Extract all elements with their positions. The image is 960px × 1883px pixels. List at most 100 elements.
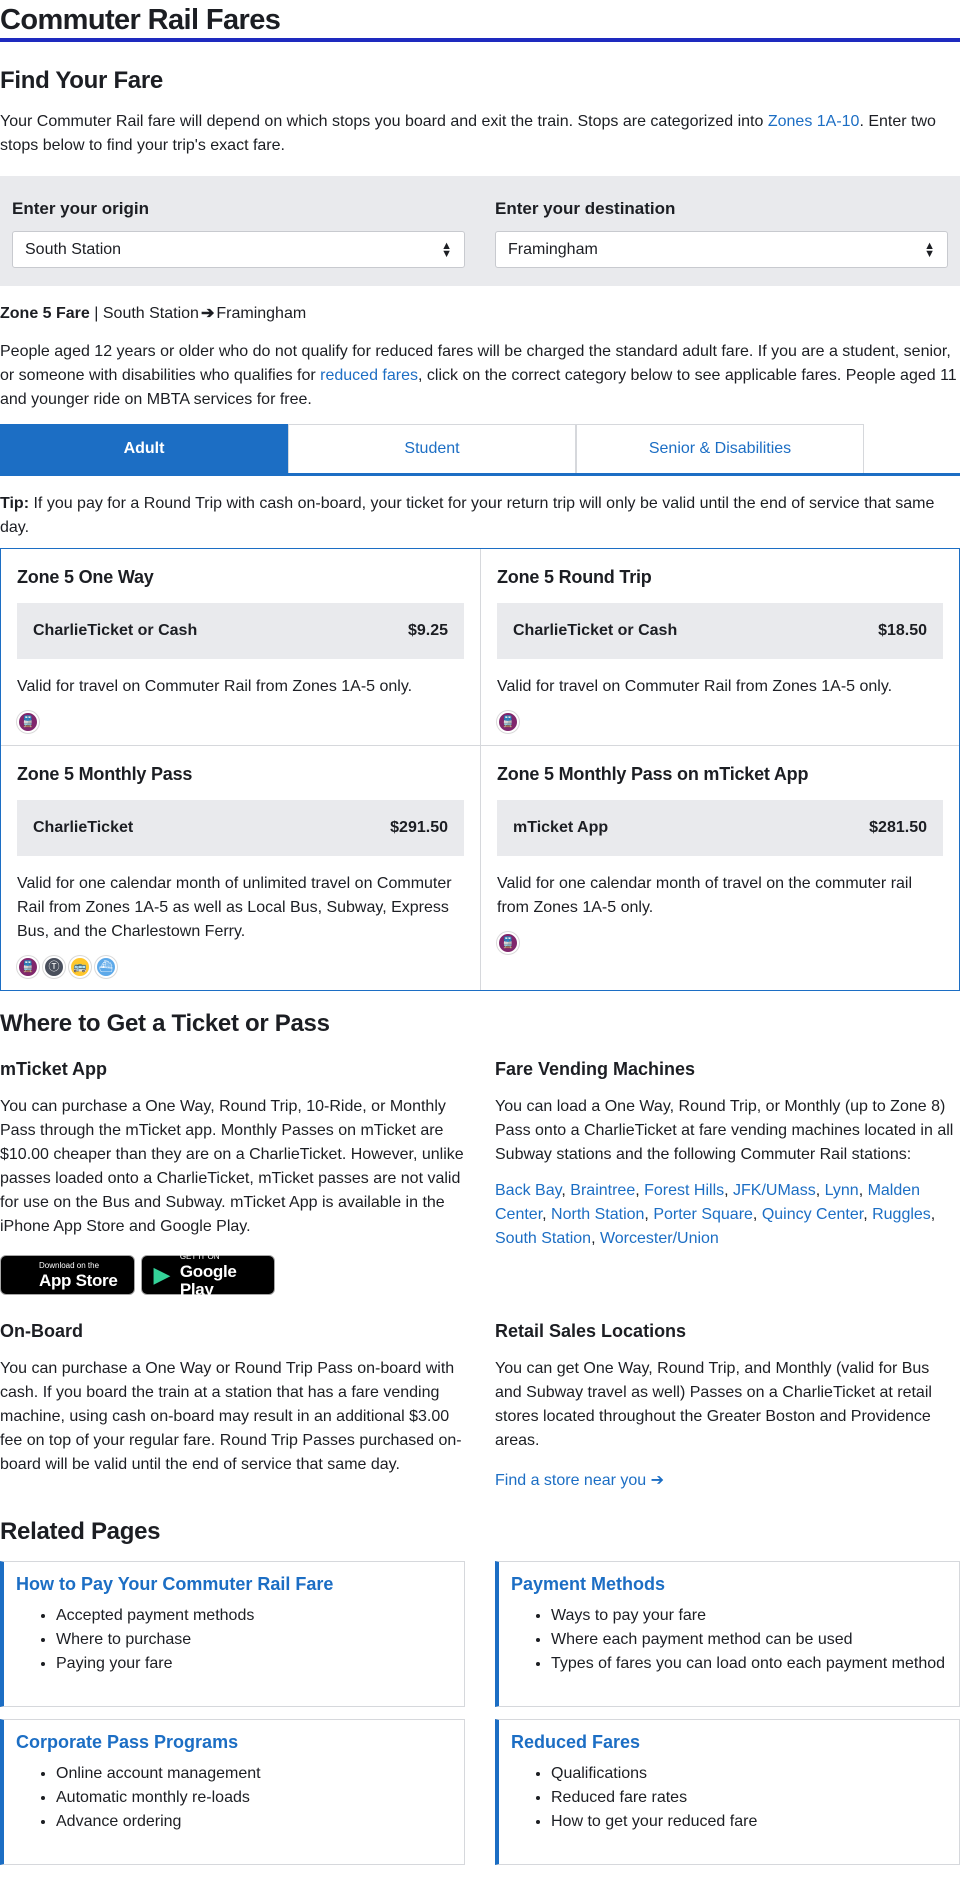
- fare-card-one-way: Zone 5 One Way CharlieTicket or Cash $9.…: [1, 549, 480, 745]
- google-play-button[interactable]: ▶ GET IT ON Google Play: [141, 1252, 275, 1299]
- related-card-how-to-pay[interactable]: How to Pay Your Commuter Rail Fare Accep…: [0, 1561, 465, 1707]
- related-card-payment-methods[interactable]: Payment Methods Ways to pay your fare Wh…: [495, 1561, 960, 1707]
- destination-select[interactable]: Framingham ▲ ▼: [495, 231, 948, 268]
- commuter-rail-icon: 🚆: [17, 711, 39, 733]
- related-card-corporate-pass[interactable]: Corporate Pass Programs Online account m…: [0, 1719, 465, 1865]
- station-link[interactable]: Back Bay: [495, 1182, 561, 1199]
- destination-value: Framingham: [508, 240, 598, 258]
- app-store-big: App Store: [39, 1271, 118, 1290]
- tip-text: If you pay for a Round Trip with cash on…: [0, 495, 935, 536]
- fare-card-monthly-pass: Zone 5 Monthly Pass CharlieTicket $291.5…: [1, 745, 480, 990]
- station-link[interactable]: Forest Hills: [644, 1182, 724, 1199]
- fare-price-row: mTicket App $281.50: [497, 800, 943, 856]
- zone-separator: |: [94, 305, 99, 322]
- destination-group: Enter your destination Framingham ▲ ▼: [495, 198, 948, 286]
- onboard-text: You can purchase a One Way or Round Trip…: [0, 1360, 462, 1473]
- app-store-text: Download on the App Store: [39, 1260, 118, 1290]
- arrow-right-icon: ➔: [200, 305, 215, 322]
- fare-media: CharlieTicket: [33, 819, 134, 836]
- intro-text-start: Your Commuter Rail fare will depend on w…: [0, 113, 768, 130]
- related-card-list: Online account management Automatic mont…: [16, 1762, 452, 1834]
- retail-section: Retail Sales Locations You can get One W…: [495, 1319, 960, 1493]
- list-item: Accepted payment methods: [56, 1604, 452, 1628]
- fare-media: mTicket App: [513, 819, 609, 836]
- from-station: South Station: [102, 305, 199, 322]
- page-title: Commuter Rail Fares: [0, 4, 281, 36]
- station-link[interactable]: South Station: [495, 1230, 591, 1247]
- page: Commuter Rail Fares Find Your Fare Your …: [0, 0, 960, 1865]
- fare-card-round-trip: Zone 5 Round Trip CharlieTicket or Cash …: [480, 549, 959, 745]
- list-item: How to get your reduced fare: [551, 1810, 947, 1834]
- destination-label: Enter your destination: [495, 199, 676, 218]
- station-link[interactable]: Quincy Center: [762, 1206, 863, 1223]
- station-link[interactable]: Lynn: [825, 1182, 859, 1199]
- related-pages-heading: Related Pages: [0, 1518, 161, 1545]
- fare-media: CharlieTicket or Cash: [513, 622, 678, 639]
- list-item: Online account management: [56, 1762, 452, 1786]
- subway-icon: Ⓣ: [43, 956, 65, 978]
- retail-text: You can get One Way, Round Trip, and Mon…: [495, 1360, 932, 1449]
- reduced-fares-link[interactable]: reduced fares: [320, 367, 418, 384]
- find-fare-heading: Find Your Fare: [0, 67, 163, 94]
- select-arrows-icon: ▲ ▼: [924, 239, 935, 260]
- app-store-button[interactable]: Download on the App Store: [0, 1255, 135, 1295]
- tab-senior-disabilities[interactable]: Senior & Disabilities: [576, 424, 864, 473]
- zones-link[interactable]: Zones 1A-10: [768, 113, 860, 130]
- fare-price: $291.50: [390, 819, 448, 836]
- fare-price-row: CharlieTicket or Cash $18.50: [497, 603, 943, 659]
- list-item: Advance ordering: [56, 1810, 452, 1834]
- tab-adult[interactable]: Adult: [0, 424, 288, 473]
- mode-icons: 🚆: [497, 711, 943, 733]
- fare-description: Valid for one calendar month of unlimite…: [17, 875, 452, 940]
- list-item: Automatic monthly re-loads: [56, 1786, 452, 1810]
- vending-text: You can load a One Way, Round Trip, or M…: [495, 1098, 954, 1163]
- fare-description: Valid for one calendar month of travel o…: [497, 875, 913, 916]
- list-item: Ways to pay your fare: [551, 1604, 947, 1628]
- select-arrows-icon: ▲ ▼: [441, 239, 452, 260]
- station-link[interactable]: Porter Square: [653, 1206, 753, 1223]
- retail-heading: Retail Sales Locations: [495, 1321, 687, 1341]
- station-link[interactable]: Braintree: [570, 1182, 635, 1199]
- title-divider: [0, 38, 960, 42]
- fare-title: Zone 5 Monthly Pass: [17, 764, 193, 784]
- fare-media: CharlieTicket or Cash: [33, 622, 198, 639]
- google-play-big: Google Play: [179, 1262, 237, 1299]
- related-card-list: Accepted payment methods Where to purcha…: [16, 1604, 452, 1676]
- station-link[interactable]: Ruggles: [872, 1206, 931, 1223]
- zone-summary: Zone 5 Fare | South Station ➔ Framingham: [0, 302, 960, 326]
- bus-icon: 🚌: [69, 956, 91, 978]
- app-store-badges: Download on the App Store ▶ GET IT ON Go…: [0, 1252, 465, 1299]
- related-card-list: Qualifications Reduced fare rates How to…: [511, 1762, 947, 1834]
- origin-select[interactable]: South Station ▲ ▼: [12, 231, 465, 268]
- mode-icons: 🚆: [17, 711, 464, 733]
- purchase-options-row-2: On-Board You can purchase a One Way or R…: [0, 1319, 960, 1493]
- related-card-reduced-fares[interactable]: Reduced Fares Qualifications Reduced far…: [495, 1719, 960, 1865]
- list-item: Reduced fare rates: [551, 1786, 947, 1810]
- arrow-right-icon: ➔: [650, 1472, 665, 1489]
- station-link[interactable]: JFK/UMass: [733, 1182, 816, 1199]
- fare-price: $18.50: [878, 622, 927, 639]
- find-store-label: Find a store near you: [495, 1472, 647, 1489]
- related-pages: How to Pay Your Commuter Rail Fare Accep…: [0, 1561, 960, 1865]
- fare-price: $281.50: [869, 819, 927, 836]
- station-link[interactable]: Worcester/Union: [600, 1230, 719, 1247]
- commuter-rail-icon: 🚆: [497, 932, 519, 954]
- mode-icons: 🚆 Ⓣ 🚌 ⛴: [17, 956, 464, 978]
- onboard-heading: On-Board: [0, 1321, 83, 1341]
- fare-description: Valid for travel on Commuter Rail from Z…: [17, 678, 413, 695]
- tab-student[interactable]: Student: [288, 424, 576, 473]
- onboard-section: On-Board You can purchase a One Way or R…: [0, 1319, 465, 1493]
- list-item: Paying your fare: [56, 1652, 452, 1676]
- fare-card-mticket-monthly: Zone 5 Monthly Pass on mTicket App mTick…: [480, 745, 959, 990]
- round-trip-tip: Tip: If you pay for a Round Trip with ca…: [0, 492, 960, 540]
- commuter-rail-icon: 🚆: [17, 956, 39, 978]
- fare-title: Zone 5 One Way: [17, 567, 154, 587]
- fare-category-tabs: Adult Student Senior & Disabilities: [0, 424, 960, 476]
- find-store-link[interactable]: Find a store near you ➔: [495, 1472, 664, 1489]
- purchase-options-row-1: mTicket App You can purchase a One Way, …: [0, 1057, 960, 1299]
- to-station: Framingham: [216, 305, 307, 322]
- fare-price-row: CharlieTicket or Cash $9.25: [17, 603, 464, 659]
- station-link[interactable]: North Station: [551, 1206, 644, 1223]
- fare-price-row: CharlieTicket $291.50: [17, 800, 464, 856]
- vending-heading: Fare Vending Machines: [495, 1059, 696, 1079]
